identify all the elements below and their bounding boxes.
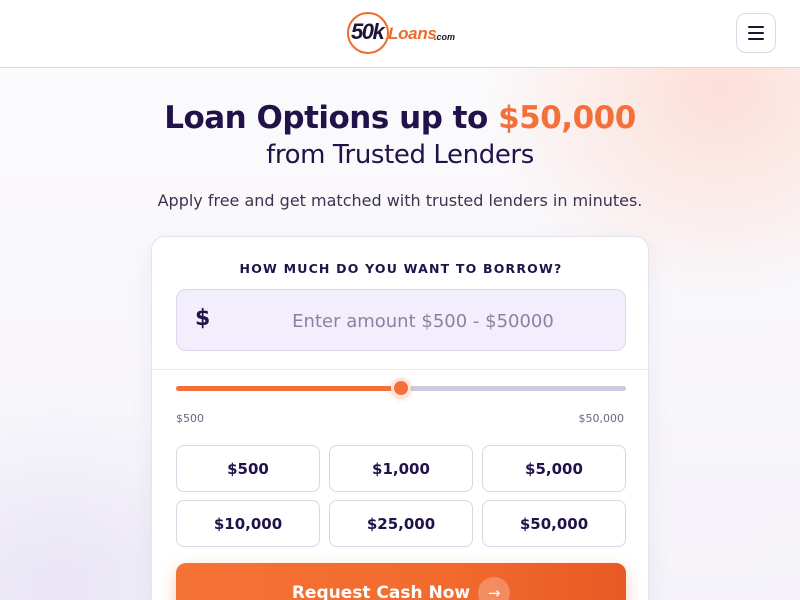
- hamburger-menu-icon: [748, 32, 764, 34]
- preset-button[interactable]: $25,000: [329, 500, 473, 547]
- hero-subtitle: from Trusted Lenders: [266, 140, 534, 170]
- divider: [152, 369, 650, 370]
- hero-title: Loan Options up to $50,000: [0, 100, 800, 136]
- hero-title-prefix: Loan Options up to: [164, 100, 499, 136]
- preset-button[interactable]: $50,000: [482, 500, 626, 547]
- request-cash-label: Request Cash Now: [291, 583, 471, 600]
- borrow-question: HOW MUCH DO YOU WANT TO BORROW?: [239, 261, 563, 276]
- amount-input[interactable]: [233, 302, 613, 340]
- hero-description: Apply free and get matched with trusted …: [157, 191, 643, 210]
- logo-word: Loans: [388, 24, 437, 43]
- site-header: 50k Loans .com: [0, 0, 800, 68]
- amount-field[interactable]: $: [176, 289, 626, 351]
- arrow-right-icon: →: [478, 577, 511, 600]
- preset-button[interactable]: $1,000: [329, 445, 473, 492]
- dollar-icon: $: [195, 306, 211, 331]
- hamburger-menu-icon: [748, 26, 764, 28]
- slider-min-label: $500: [176, 412, 204, 425]
- preset-button[interactable]: $5,000: [482, 445, 626, 492]
- hamburger-menu-icon: [748, 38, 764, 40]
- hero-title-accent: $50,000: [498, 100, 636, 136]
- logo-number: 50k: [351, 19, 385, 44]
- preset-button[interactable]: $500: [176, 445, 320, 492]
- slider-thumb[interactable]: [391, 378, 411, 398]
- menu-button[interactable]: [736, 13, 776, 53]
- brand-logo[interactable]: 50k Loans .com: [347, 11, 455, 55]
- logo-domain: .com: [434, 32, 456, 42]
- slider-max-label: $50,000: [578, 412, 625, 425]
- loan-form-card: HOW MUCH DO YOU WANT TO BORROW? $ $500 $…: [151, 236, 650, 600]
- slider-fill: [176, 386, 401, 391]
- amount-slider[interactable]: [176, 378, 626, 398]
- preset-button[interactable]: $10,000: [176, 500, 320, 547]
- request-cash-button[interactable]: Request Cash Now →: [176, 563, 626, 600]
- preset-amounts: $500 $1,000 $5,000 $10,000 $25,000 $50,0…: [176, 445, 626, 547]
